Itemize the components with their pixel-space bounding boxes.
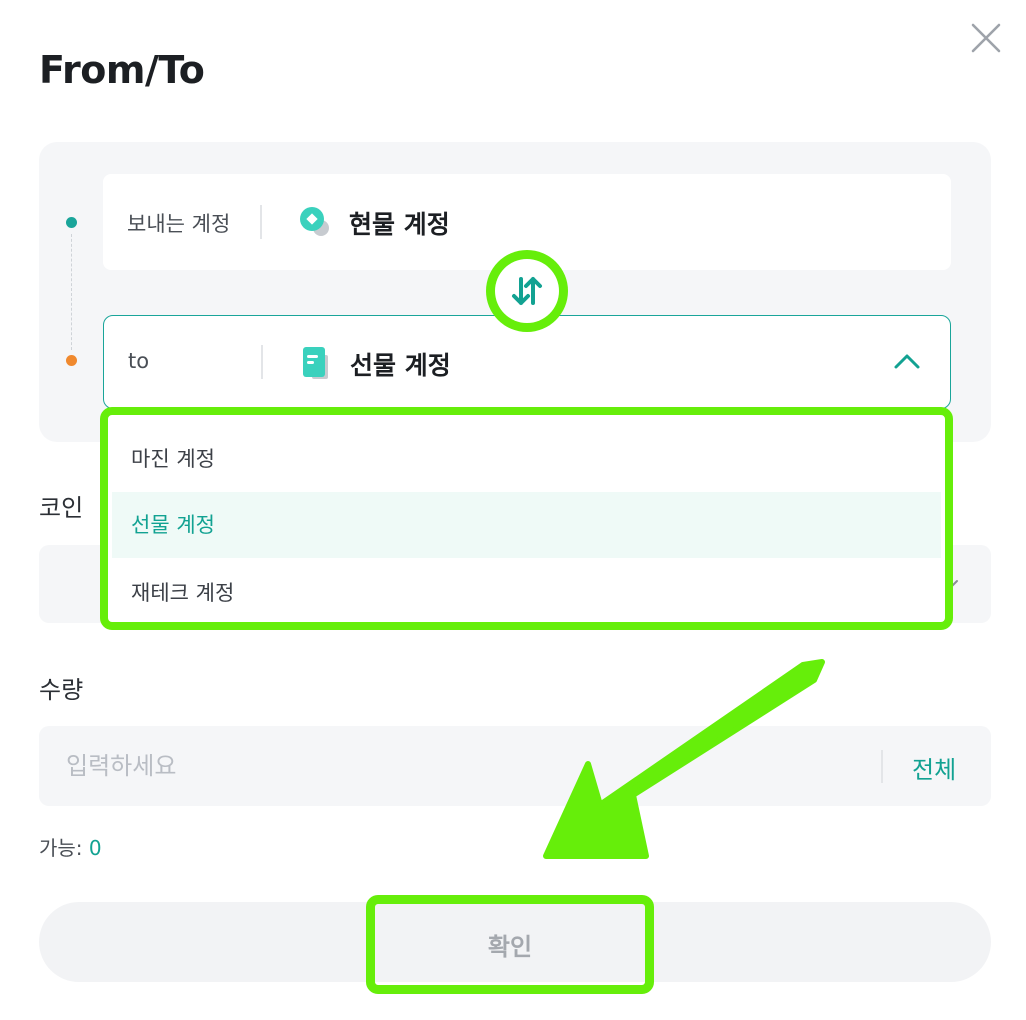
- dropdown-item-earn[interactable]: 재테크 계정: [112, 560, 941, 626]
- dropdown-highlight: 마진 계정 선물 계정 재테크 계정: [100, 407, 953, 630]
- close-button[interactable]: [966, 18, 1006, 58]
- max-button[interactable]: 전체: [912, 750, 956, 785]
- quantity-field: 전체: [39, 726, 991, 806]
- dialog-title: From/To: [39, 48, 205, 92]
- quantity-label: 수량: [39, 676, 84, 704]
- futures-book-icon: [298, 345, 334, 381]
- to-dot: [66, 355, 77, 366]
- available-balance: 가능: 0: [39, 832, 102, 861]
- swap-button-inner: [495, 259, 559, 323]
- quantity-input[interactable]: [39, 726, 879, 806]
- confirm-button[interactable]: 확인: [375, 904, 645, 984]
- divider: [881, 750, 883, 783]
- spot-wallet-icon: [297, 204, 333, 240]
- account-dropdown: 마진 계정 선물 계정 재테크 계정: [112, 419, 941, 618]
- close-icon: [971, 23, 1001, 53]
- dropdown-item-margin[interactable]: 마진 계정: [112, 426, 941, 492]
- connector-line: [71, 234, 72, 350]
- available-label: 가능:: [39, 836, 83, 860]
- from-dot: [66, 217, 77, 228]
- coin-label: 코인: [39, 494, 84, 522]
- from-label: 보내는 계정: [127, 212, 231, 236]
- divider: [261, 345, 263, 379]
- dropdown-item-futures[interactable]: 선물 계정: [112, 492, 941, 558]
- divider: [260, 205, 262, 239]
- swap-arrows-icon: [512, 277, 542, 305]
- to-account-value: 선물 계정: [350, 351, 451, 380]
- to-label: to: [128, 349, 150, 373]
- available-value: 0: [88, 836, 102, 860]
- swap-button[interactable]: [486, 250, 568, 332]
- from-account-value: 현물 계정: [349, 210, 450, 239]
- chevron-up-icon[interactable]: [892, 348, 922, 374]
